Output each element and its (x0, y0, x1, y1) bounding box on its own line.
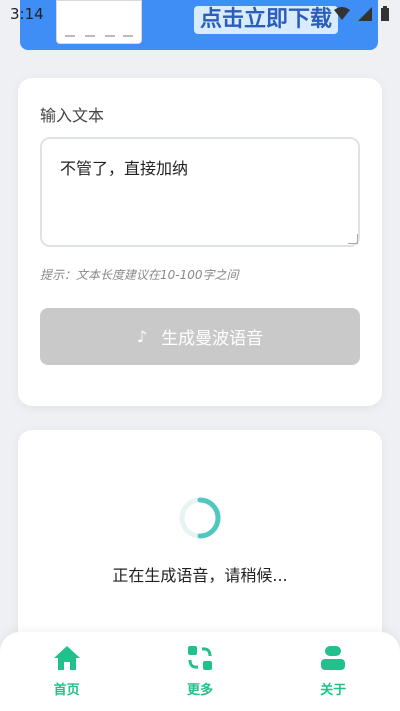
input-label: 输入文本 (40, 106, 105, 125)
user-icon (321, 646, 346, 670)
resize-handle-icon[interactable] (348, 234, 358, 244)
nav-item-more-label: 更多 (186, 683, 213, 698)
home-icon (53, 646, 80, 670)
battery-icon (381, 6, 389, 21)
status-time: 3:14 (10, 5, 44, 23)
status-icons (334, 6, 390, 22)
bottom-nav: 首页 更多 关于 (0, 632, 400, 711)
text-input-field[interactable]: 不管了，直接加纳 (40, 137, 360, 247)
nav-item-home-label: 首页 (53, 683, 80, 698)
generate-voice-label: 生成曼波语音 (161, 329, 264, 349)
nav-item-about-label: 关于 (320, 683, 347, 698)
more-icon (187, 646, 212, 670)
generate-voice-button[interactable]: ♪ 生成曼波语音 (40, 308, 360, 365)
status-bar: 3:14 (0, 0, 400, 28)
nav-item-more[interactable]: 更多 (160, 645, 240, 698)
wifi-icon (334, 7, 350, 20)
loading-spinner-icon (179, 497, 221, 539)
signal-icon (358, 7, 372, 21)
music-note-icon: ♪ (136, 327, 148, 346)
nav-item-home[interactable]: 首页 (27, 645, 107, 698)
nav-item-about[interactable]: 关于 (293, 645, 373, 698)
loading-text: 正在生成语音，请稍候... (112, 566, 288, 585)
text-input-card: 输入文本 不管了，直接加纳 提示：文本长度建议在10-100字之间 ♪ 生成曼波… (18, 78, 382, 406)
input-hint: 提示：文本长度建议在10-100字之间 (40, 268, 239, 282)
